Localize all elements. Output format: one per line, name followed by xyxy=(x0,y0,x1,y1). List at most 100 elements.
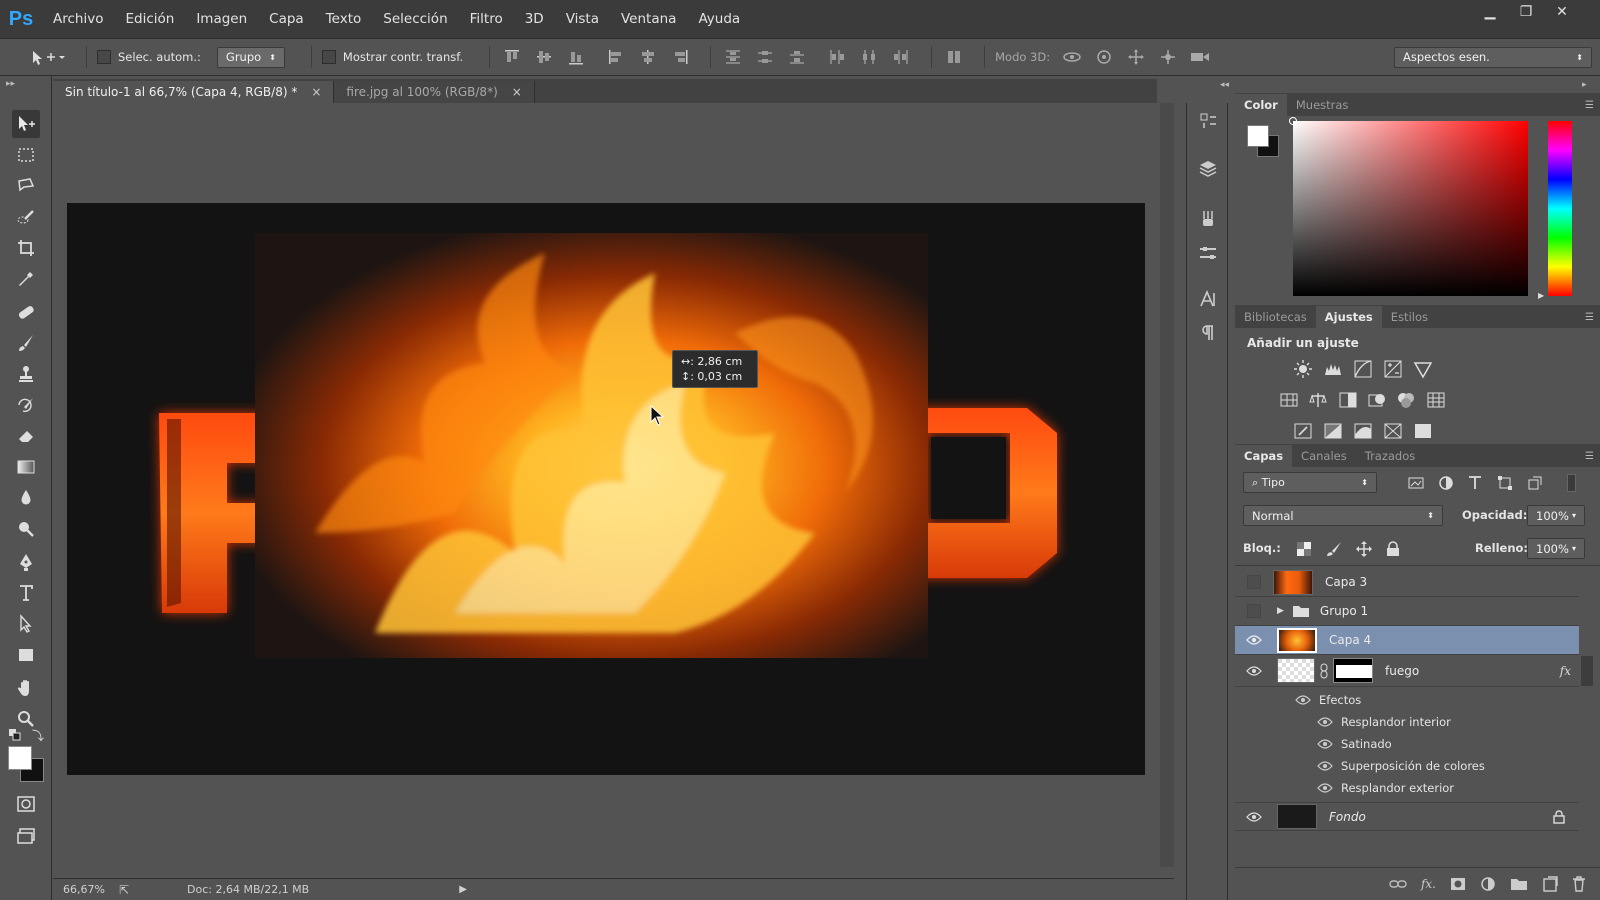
hand-tool[interactable] xyxy=(12,674,40,702)
menu-filtro[interactable]: Filtro xyxy=(459,11,514,27)
properties-panel-icon[interactable] xyxy=(1196,157,1220,181)
maximize-button[interactable]: ❐ xyxy=(1508,0,1544,24)
move-tool[interactable] xyxy=(12,110,40,138)
gradient-map-icon[interactable] xyxy=(1382,420,1404,442)
history-panel-icon[interactable] xyxy=(1196,109,1220,133)
effect-inner-glow[interactable]: Resplandor interior xyxy=(1235,711,1579,733)
status-menu-arrow-icon[interactable]: ▶ xyxy=(459,884,467,895)
menu-ayuda[interactable]: Ayuda xyxy=(687,11,751,27)
eye-icon[interactable] xyxy=(1243,660,1265,682)
eye-icon[interactable] xyxy=(1243,806,1265,828)
panel-collapse-icon[interactable]: ▸▸ xyxy=(6,79,15,89)
tab-layers[interactable]: Capas xyxy=(1235,445,1293,467)
color-field[interactable] xyxy=(1289,117,1528,296)
lock-transparency-icon[interactable] xyxy=(1293,538,1315,560)
menu-ventana[interactable]: Ventana xyxy=(610,11,687,27)
threshold-icon[interactable] xyxy=(1352,420,1374,442)
eye-icon[interactable] xyxy=(1243,629,1265,651)
eye-icon[interactable] xyxy=(1317,783,1333,793)
effect-color-overlay[interactable]: Superposición de colores xyxy=(1235,755,1579,777)
tab-styles[interactable]: Estilos xyxy=(1382,306,1437,328)
share-icon[interactable]: ⇱ xyxy=(119,883,129,897)
path-selection-tool[interactable] xyxy=(12,610,40,638)
lock-pixels-brush-icon[interactable] xyxy=(1323,538,1345,560)
minimize-button[interactable]: ▁ xyxy=(1472,0,1508,24)
auto-select-checkbox[interactable] xyxy=(97,50,111,64)
tab-document-2[interactable]: fire.jpg al 100% (RGB/8*) × xyxy=(334,81,535,103)
slide-3d-icon[interactable] xyxy=(1156,45,1180,69)
vibrance-icon[interactable] xyxy=(1412,358,1434,380)
menu-3d[interactable]: 3D xyxy=(514,11,555,27)
curves-icon[interactable] xyxy=(1352,358,1374,380)
close-tab-icon[interactable]: × xyxy=(512,85,522,99)
layers-scrollbar[interactable] xyxy=(1581,656,1593,686)
hue-saturation-icon[interactable] xyxy=(1278,389,1300,411)
menu-vista[interactable]: Vista xyxy=(555,11,610,27)
default-colors-icon[interactable] xyxy=(8,728,22,742)
scale-3d-icon[interactable] xyxy=(1188,45,1212,69)
fill-input[interactable]: 100% ▾ xyxy=(1527,538,1585,559)
layer-row-capa-3[interactable]: Capa 3 xyxy=(1235,568,1579,597)
layer-mask-thumbnail[interactable] xyxy=(1333,658,1373,683)
panel-menu-icon[interactable]: ☰ xyxy=(1585,306,1594,328)
align-hcenter-icon[interactable] xyxy=(636,45,660,69)
exposure-icon[interactable] xyxy=(1382,358,1404,380)
align-right-icon[interactable] xyxy=(668,45,692,69)
type-tool[interactable] xyxy=(12,579,40,607)
hue-slider-handle-icon[interactable]: ▶ xyxy=(1538,291,1544,300)
tab-channels[interactable]: Canales xyxy=(1292,445,1356,467)
clone-stamp-tool[interactable] xyxy=(12,360,40,388)
menu-edicion[interactable]: Edición xyxy=(114,11,185,27)
distribute-left-icon[interactable] xyxy=(825,45,849,69)
effects-row[interactable]: Efectos xyxy=(1235,689,1579,711)
new-adjustment-icon[interactable] xyxy=(1480,876,1496,892)
menu-seleccion[interactable]: Selección xyxy=(372,11,458,27)
hue-slider[interactable] xyxy=(1548,121,1572,296)
eyedropper-tool[interactable] xyxy=(12,265,40,293)
invert-icon[interactable] xyxy=(1292,420,1314,442)
dock-collapse-icon[interactable]: ◂◂ xyxy=(1220,80,1229,90)
orbit-3d-icon[interactable] xyxy=(1060,45,1084,69)
filter-adjustment-icon[interactable] xyxy=(1435,472,1457,494)
eye-icon[interactable] xyxy=(1317,717,1333,727)
add-mask-icon[interactable] xyxy=(1450,877,1466,891)
filter-type-icon[interactable] xyxy=(1464,472,1486,494)
paragraph-panel-icon[interactable] xyxy=(1196,321,1220,345)
opacity-input[interactable]: 100% ▾ xyxy=(1527,505,1585,526)
tool-presets-panel-icon[interactable] xyxy=(1196,241,1220,265)
brightness-contrast-icon[interactable] xyxy=(1292,358,1314,380)
quick-mask-icon[interactable] xyxy=(12,790,40,818)
levels-icon[interactable] xyxy=(1322,358,1344,380)
eraser-tool[interactable] xyxy=(12,422,40,450)
distribute-top-icon[interactable] xyxy=(721,45,745,69)
lock-all-icon[interactable] xyxy=(1382,538,1404,560)
gradient-tool[interactable] xyxy=(12,453,40,481)
filter-toggle[interactable] xyxy=(1567,474,1576,492)
auto-align-icon[interactable] xyxy=(942,45,966,69)
pan-3d-icon[interactable] xyxy=(1124,45,1148,69)
selective-color-icon[interactable] xyxy=(1412,420,1434,442)
trash-icon[interactable] xyxy=(1572,876,1586,892)
effect-satin[interactable]: Satinado xyxy=(1235,733,1579,755)
tab-libraries[interactable]: Bibliotecas xyxy=(1235,306,1316,328)
visibility-toggle-off[interactable] xyxy=(1247,604,1261,618)
new-group-icon[interactable] xyxy=(1510,877,1528,891)
layer-row-fuego[interactable]: fuego fx xyxy=(1235,655,1579,687)
channel-mixer-icon[interactable] xyxy=(1395,389,1417,411)
show-transform-checkbox[interactable] xyxy=(321,50,336,64)
layer-filter-dropdown[interactable]: ⌕ Tipo ⬍ xyxy=(1243,472,1377,493)
tab-color[interactable]: Color xyxy=(1235,94,1287,116)
foreground-color-swatch[interactable] xyxy=(8,746,32,770)
panel-menu-icon[interactable]: ☰ xyxy=(1585,94,1594,116)
distribute-hcenter-icon[interactable] xyxy=(857,45,881,69)
healing-brush-tool[interactable] xyxy=(12,298,40,326)
brush-presets-panel-icon[interactable] xyxy=(1196,207,1220,231)
photo-filter-icon[interactable] xyxy=(1366,389,1388,411)
fire-image-layer[interactable] xyxy=(255,233,928,658)
color-lookup-icon[interactable] xyxy=(1425,389,1447,411)
blur-tool[interactable] xyxy=(12,484,40,512)
chain-link-icon[interactable] xyxy=(1320,663,1328,679)
close-tab-icon[interactable]: × xyxy=(311,85,321,99)
fx-add-style-icon[interactable]: fx. xyxy=(1421,877,1436,891)
panel-menu-icon[interactable]: ☰ xyxy=(1585,445,1594,467)
